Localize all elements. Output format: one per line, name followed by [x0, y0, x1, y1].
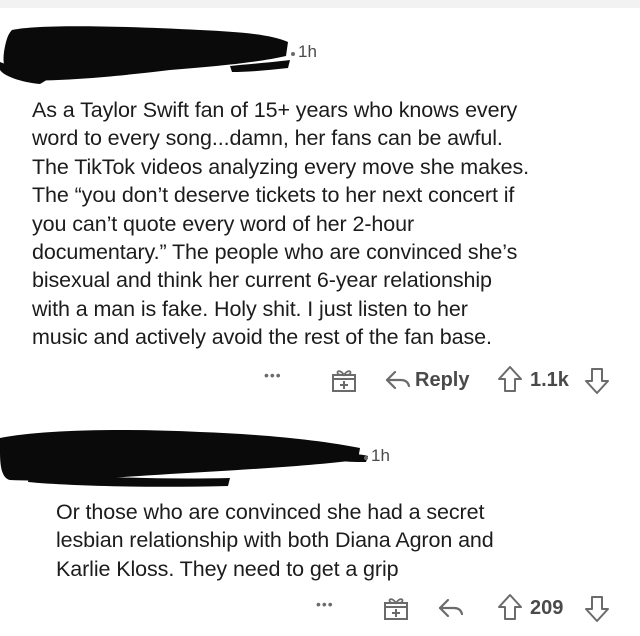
- downvote-arrow-icon[interactable]: [584, 595, 610, 623]
- comment-timestamp: 1h: [371, 446, 390, 465]
- comment-body: Or those who are convinced she had a sec…: [56, 500, 494, 581]
- reply-arrow-icon[interactable]: [438, 596, 464, 620]
- vote-score: 209: [530, 597, 564, 619]
- award-gift-icon[interactable]: [382, 594, 410, 622]
- upvote-arrow-icon[interactable]: [497, 593, 523, 621]
- more-options-icon[interactable]: •••: [316, 597, 334, 611]
- comment-2: 1h Or those who are convinced she had a …: [0, 0, 640, 636]
- meta-separator-dot: [364, 456, 368, 460]
- redacted-username: [0, 430, 368, 487]
